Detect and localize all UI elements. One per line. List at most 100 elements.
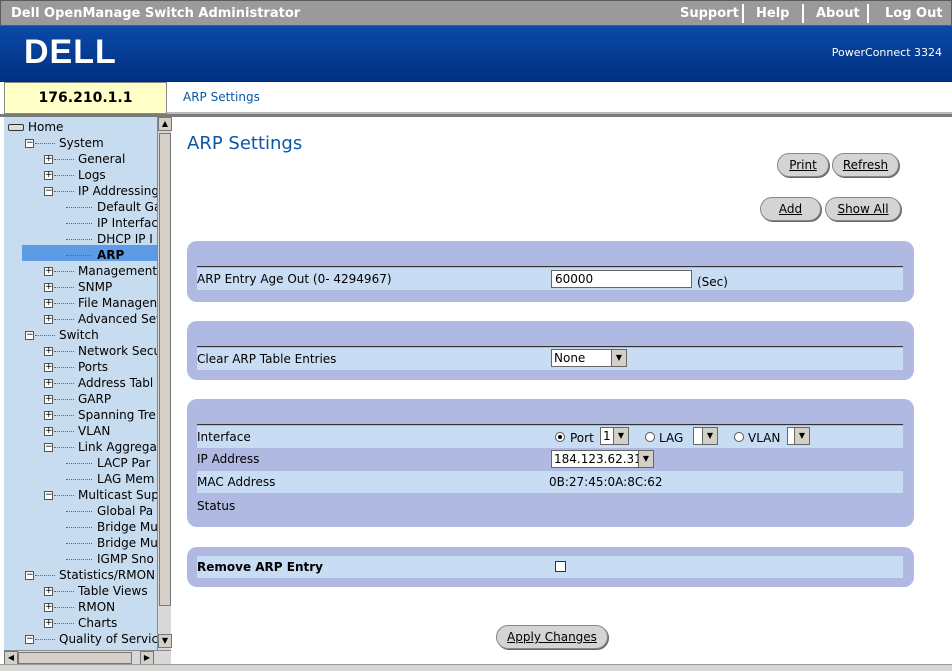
tree-connector xyxy=(54,303,74,304)
scroll-left-icon[interactable]: ◀ xyxy=(4,651,18,665)
chevron-down-icon[interactable]: ▼ xyxy=(613,428,628,444)
collapse-icon[interactable]: − xyxy=(44,187,53,196)
add-button[interactable]: Add xyxy=(760,197,821,221)
chevron-down-icon[interactable]: ▼ xyxy=(611,350,626,366)
scroll-up-icon[interactable]: ▲ xyxy=(158,117,172,131)
menu-help[interactable]: Help xyxy=(756,6,789,21)
age-out-row: ARP Entry Age Out (0- 4294967) 60000 (Se… xyxy=(197,268,903,290)
collapse-icon[interactable]: − xyxy=(25,571,34,580)
expand-icon[interactable]: + xyxy=(44,299,53,308)
divider xyxy=(197,266,903,267)
collapse-icon[interactable]: − xyxy=(44,443,53,452)
menu-support[interactable]: Support xyxy=(680,6,739,21)
vlan-radio[interactable] xyxy=(734,432,744,442)
chevron-down-icon[interactable]: ▼ xyxy=(638,451,653,467)
tree-connector xyxy=(66,207,92,208)
apply-changes-button[interactable]: Apply Changes xyxy=(496,625,608,649)
remove-panel: Remove ARP Entry xyxy=(187,547,914,587)
tree-connector xyxy=(54,623,74,624)
collapse-icon[interactable]: − xyxy=(25,139,34,148)
clear-select[interactable]: None ▼ xyxy=(551,349,627,367)
tree-connector xyxy=(66,223,92,224)
chevron-down-icon[interactable]: ▼ xyxy=(702,428,717,444)
scrollbar-thumb[interactable] xyxy=(159,133,171,606)
remove-checkbox[interactable] xyxy=(555,561,566,572)
tree-connector xyxy=(66,479,92,480)
port-radio[interactable] xyxy=(555,432,565,442)
port-select[interactable]: 1 ▼ xyxy=(600,427,629,445)
tree-connector xyxy=(54,175,74,176)
interface-label: Interface xyxy=(197,430,251,444)
ip-address-row: IP Address 184.123.62.31 ▼ xyxy=(197,448,903,470)
collapse-icon[interactable]: − xyxy=(44,491,53,500)
collapse-icon[interactable]: − xyxy=(25,635,34,644)
clear-panel: Clear ARP Table Entries None ▼ xyxy=(187,321,914,380)
expand-icon[interactable]: + xyxy=(44,379,53,388)
breadcrumb: ARP Settings xyxy=(183,90,260,104)
tree-vertical-scrollbar[interactable]: ▲ ▼ xyxy=(157,117,172,650)
tree-connector xyxy=(54,287,74,288)
menu-logout[interactable]: Log Out xyxy=(885,6,943,21)
age-out-unit: (Sec) xyxy=(697,275,728,289)
dell-logo: DELL xyxy=(24,33,116,70)
menu-separator xyxy=(742,4,744,23)
tree-horizontal-scrollbar[interactable]: ◀ ▶ xyxy=(4,650,171,665)
expand-icon[interactable]: + xyxy=(44,619,53,628)
expand-icon[interactable]: + xyxy=(44,315,53,324)
expand-icon[interactable]: + xyxy=(44,411,53,420)
lag-select[interactable]: ▼ xyxy=(693,427,718,445)
menu-about[interactable]: About xyxy=(816,6,860,21)
tree-connector xyxy=(35,575,55,576)
expand-icon[interactable]: + xyxy=(44,155,53,164)
expand-icon[interactable]: + xyxy=(44,283,53,292)
arp-entry-panel: Interface Port 1 ▼ LAG ▼ VLAN ▼ IP Addre… xyxy=(187,399,914,527)
tree-connector xyxy=(54,399,74,400)
menu-separator xyxy=(802,4,804,23)
device-ip: 176.210.1.1 xyxy=(4,82,167,114)
ip-address-select[interactable]: 184.123.62.31 ▼ xyxy=(551,450,654,468)
vlan-select[interactable]: ▼ xyxy=(787,427,810,445)
tree-connector xyxy=(66,239,92,240)
status-bar xyxy=(0,664,952,671)
port-value: 1 xyxy=(603,429,611,443)
print-button[interactable]: Print xyxy=(777,153,829,177)
mac-address-value: 0B:27:45:0A:8C:62 xyxy=(549,475,663,489)
app-title: Dell OpenManage Switch Administrator xyxy=(11,6,301,21)
expand-icon[interactable]: + xyxy=(44,587,53,596)
ip-address-value: 184.123.62.31 xyxy=(554,452,642,466)
refresh-button[interactable]: Refresh xyxy=(832,153,899,177)
tree-connector xyxy=(54,351,74,352)
chevron-down-icon[interactable]: ▼ xyxy=(794,428,809,444)
page-title: ARP Settings xyxy=(187,133,303,154)
menu-separator xyxy=(867,4,869,23)
age-out-panel: ARP Entry Age Out (0- 4294967) 60000 (Se… xyxy=(187,241,914,302)
tree-connector xyxy=(54,431,74,432)
collapse-icon[interactable]: − xyxy=(25,331,34,340)
tree-connector xyxy=(54,495,74,496)
lag-radio-label: LAG xyxy=(659,431,684,445)
expand-icon[interactable]: + xyxy=(44,267,53,276)
vlan-radio-label: VLAN xyxy=(748,431,781,445)
show-all-button[interactable]: Show All xyxy=(825,197,901,221)
age-out-input[interactable]: 60000 xyxy=(551,270,692,288)
expand-icon[interactable]: + xyxy=(44,395,53,404)
breadcrumb-bar: ARP Settings xyxy=(167,82,952,114)
tree-connector xyxy=(54,191,74,192)
title-bar: Dell OpenManage Switch Administrator Sup… xyxy=(0,0,952,26)
scrollbar-thumb[interactable] xyxy=(18,652,132,664)
expand-icon[interactable]: + xyxy=(44,427,53,436)
scroll-down-icon[interactable]: ▼ xyxy=(158,634,172,648)
expand-icon[interactable]: + xyxy=(44,347,53,356)
clear-label: Clear ARP Table Entries xyxy=(197,352,337,366)
clear-value: None xyxy=(554,351,586,365)
mac-address-label: MAC Address xyxy=(197,475,276,489)
computer-icon xyxy=(8,124,24,131)
tree-connector xyxy=(66,559,92,560)
tree-connector xyxy=(66,527,92,528)
expand-icon[interactable]: + xyxy=(44,171,53,180)
ip-address-label: IP Address xyxy=(197,452,260,466)
expand-icon[interactable]: + xyxy=(44,603,53,612)
expand-icon[interactable]: + xyxy=(44,363,53,372)
scroll-right-icon[interactable]: ▶ xyxy=(140,651,154,665)
lag-radio[interactable] xyxy=(645,432,655,442)
